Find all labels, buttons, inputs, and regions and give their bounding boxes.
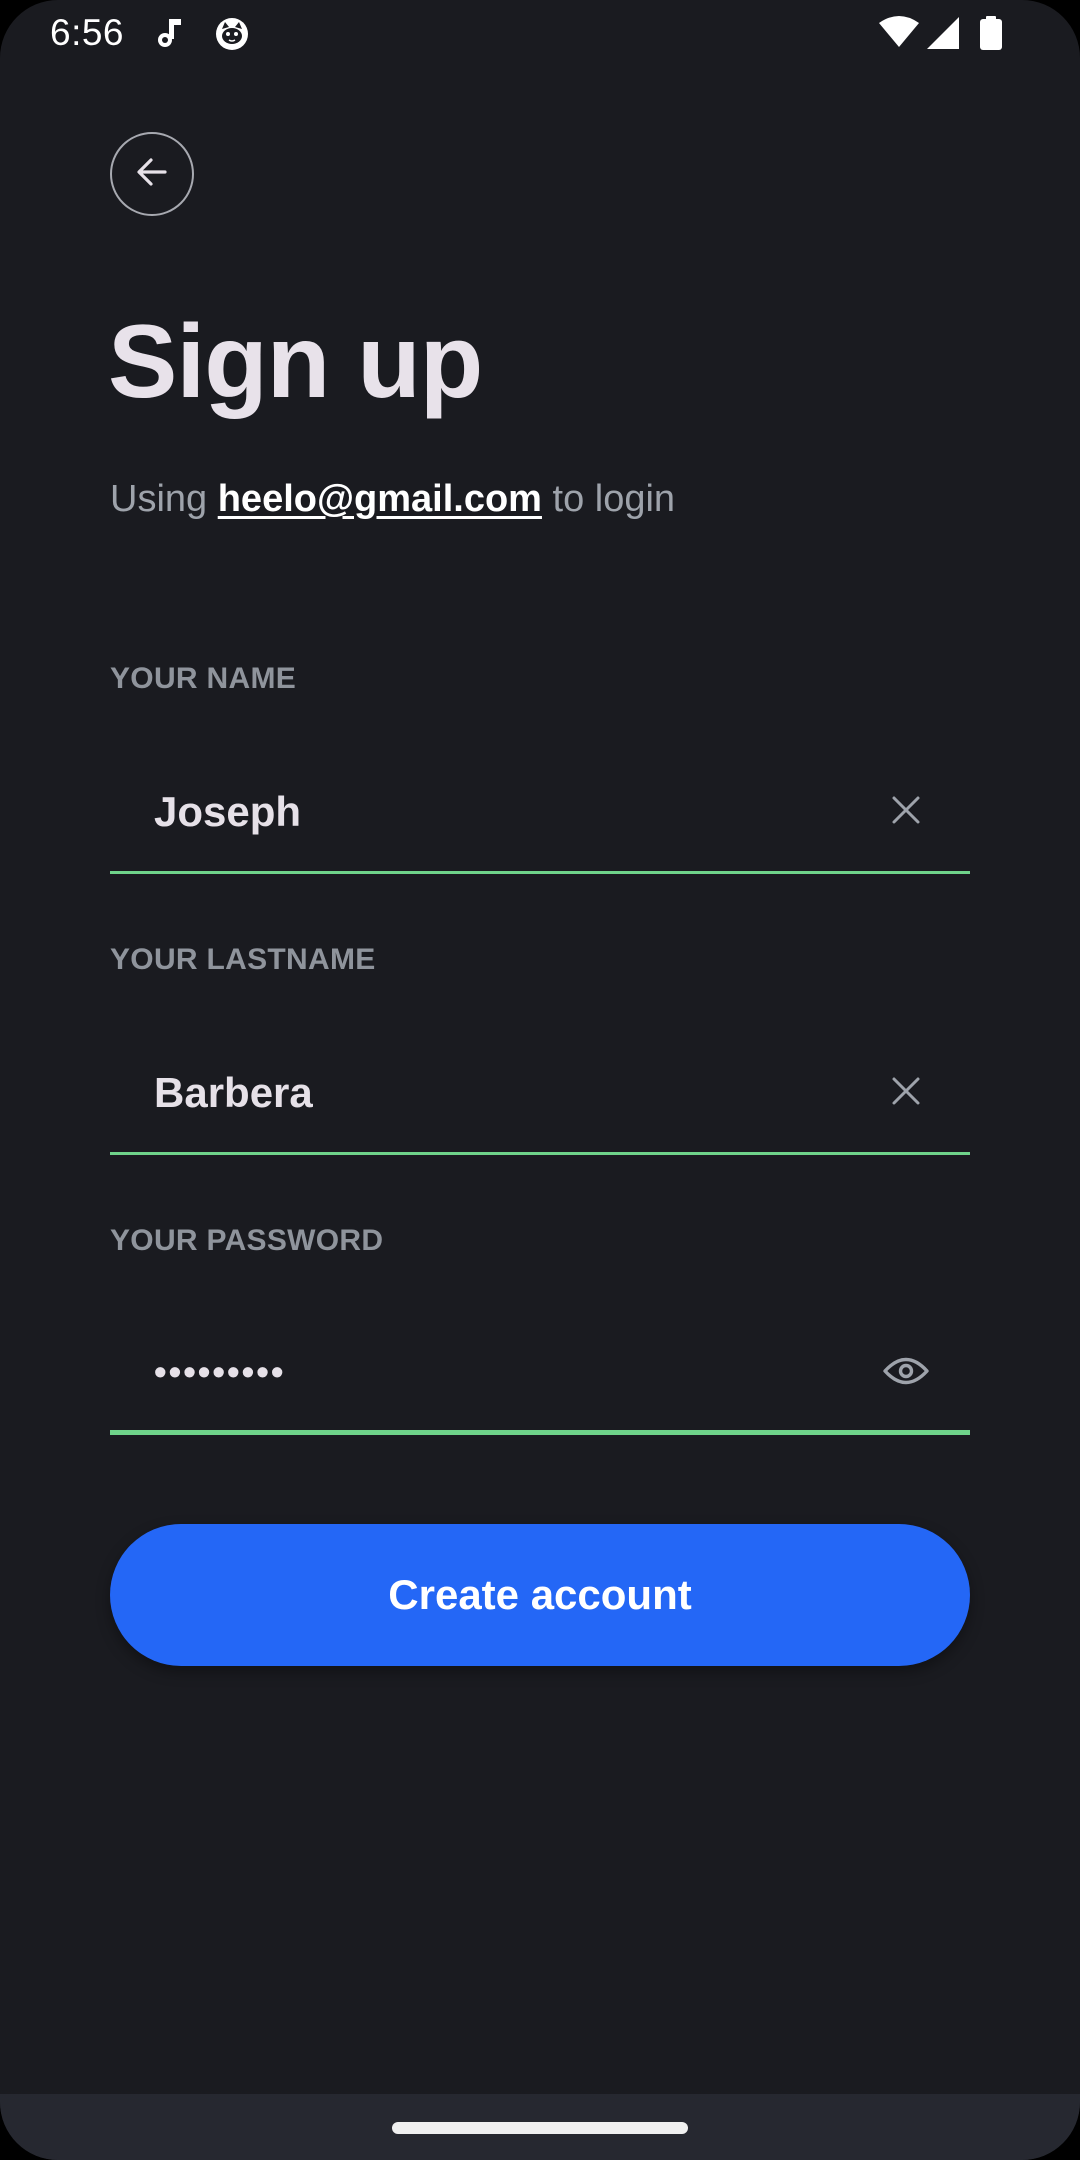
eye-icon[interactable] xyxy=(882,1347,930,1395)
status-time: 6:56 xyxy=(50,12,125,53)
cat-face-icon xyxy=(214,15,250,51)
login-hint-suffix: to login xyxy=(541,478,676,520)
password-field[interactable]: ••••••••• xyxy=(110,1309,970,1435)
login-email-link[interactable]: heelo@gmail.com xyxy=(218,478,542,520)
wifi-icon xyxy=(879,15,919,51)
name-value: Joseph xyxy=(154,788,302,835)
name-field[interactable]: Joseph xyxy=(110,748,970,874)
password-underline xyxy=(110,1430,970,1435)
music-note-icon xyxy=(152,15,188,51)
clear-icon[interactable] xyxy=(882,786,930,834)
navigation-bar xyxy=(0,2094,1080,2160)
create-account-button[interactable]: Create account xyxy=(110,1524,970,1666)
status-bar: 6:56 xyxy=(0,0,1080,66)
password-label: YOUR PASSWORD xyxy=(110,1224,384,1257)
app-screen: 6:56 Sign up Using heelo@gmail.com to lo… xyxy=(0,0,1080,2160)
lastname-field[interactable]: Barbera xyxy=(110,1029,970,1155)
lastname-value: Barbera xyxy=(154,1069,313,1116)
name-underline xyxy=(110,871,970,874)
cell-signal-icon xyxy=(925,15,961,51)
name-label: YOUR NAME xyxy=(110,662,297,695)
login-hint-prefix: Using xyxy=(110,478,218,520)
home-indicator[interactable] xyxy=(392,2122,688,2134)
page-title: Sign up xyxy=(108,304,483,420)
arrow-left-icon xyxy=(132,152,172,197)
clear-icon[interactable] xyxy=(882,1067,930,1115)
back-button[interactable] xyxy=(110,132,194,216)
lastname-underline xyxy=(110,1152,970,1155)
login-hint: Using heelo@gmail.com to login xyxy=(110,478,675,521)
battery-icon xyxy=(979,15,1003,51)
lastname-label: YOUR LASTNAME xyxy=(110,943,376,976)
password-value: ••••••••• xyxy=(154,1351,286,1392)
